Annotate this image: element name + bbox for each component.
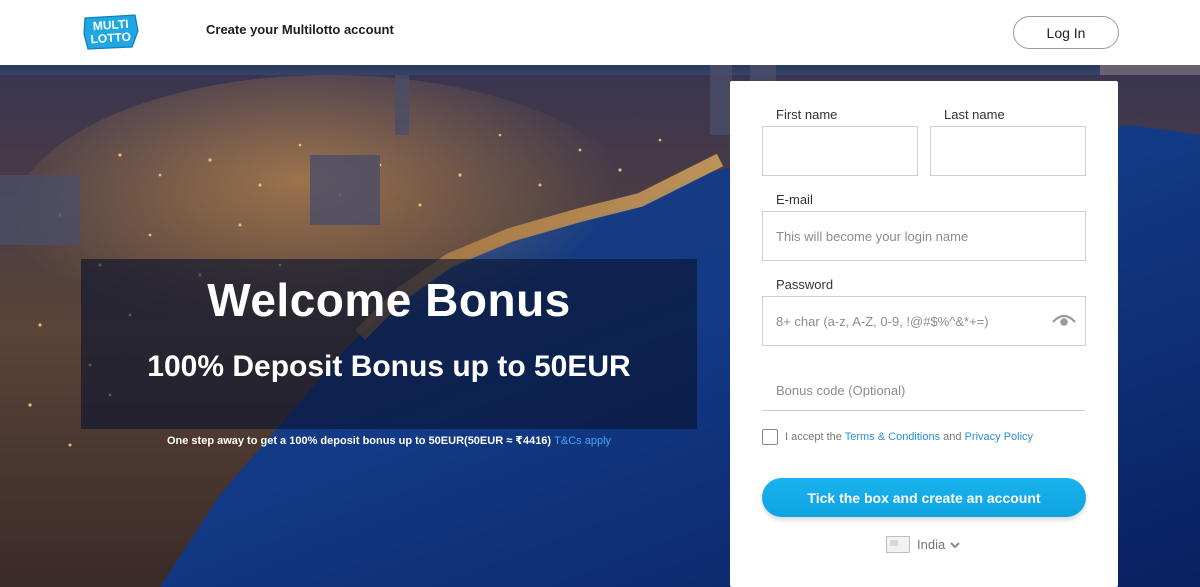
first-name-label: First name (776, 107, 838, 122)
last-name-input[interactable] (930, 126, 1086, 176)
create-account-button[interactable]: Tick the box and create an account (762, 478, 1086, 517)
first-name-input[interactable] (762, 126, 918, 176)
tc-apply-link[interactable]: T&Cs apply (554, 435, 611, 447)
country-name: India (917, 537, 946, 552)
password-input[interactable] (762, 296, 1086, 346)
eye-icon[interactable] (1052, 312, 1076, 328)
welcome-bonus-title: Welcome Bonus (207, 274, 571, 326)
flag-icon (886, 536, 910, 553)
terms-prefix: I accept the (785, 431, 842, 443)
password-label: Password (776, 277, 834, 292)
country-selector[interactable]: India (886, 536, 960, 553)
email-label: E-mail (776, 192, 813, 207)
terms-conditions-link[interactable]: Terms & Conditions (845, 431, 940, 443)
chevron-down-icon (950, 541, 960, 548)
terms-checkbox[interactable] (762, 429, 778, 445)
site-header: MULTI LOTTO Create your Multilotto accou… (0, 0, 1200, 65)
terms-and: and (943, 431, 962, 443)
login-button[interactable]: Log In (1013, 16, 1119, 49)
last-name-label: Last name (944, 107, 1005, 122)
bonus-note: One step away to get a 100% deposit bonu… (81, 434, 697, 447)
logo-text-bottom: LOTTO (90, 30, 131, 47)
terms-text: I accept the Terms & Conditions and Priv… (785, 431, 1033, 443)
bonus-code-input[interactable] (762, 371, 1085, 411)
welcome-bonus-panel: Welcome Bonus 100% Deposit Bonus up to 5… (81, 259, 697, 429)
privacy-policy-link[interactable]: Privacy Policy (965, 431, 1033, 443)
deposit-bonus-subtitle: 100% Deposit Bonus up to 50EUR (147, 350, 631, 383)
email-input[interactable] (762, 211, 1086, 261)
page-title: Create your Multilotto account (206, 22, 394, 37)
multilotto-logo[interactable]: MULTI LOTTO (82, 14, 140, 50)
bonus-note-text: One step away to get a 100% deposit bonu… (166, 435, 552, 447)
